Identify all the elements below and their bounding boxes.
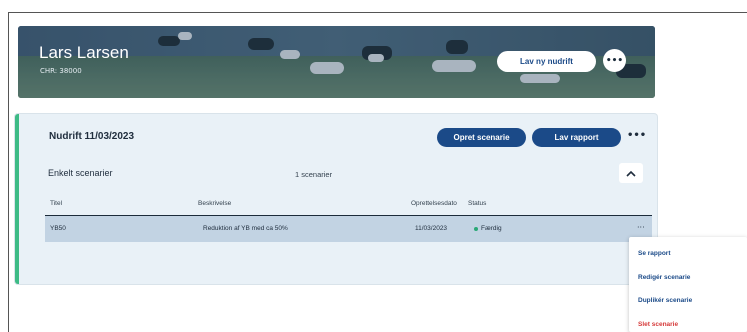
nudrift-more-button[interactable]: •••: [627, 130, 646, 141]
scenario-section-title: Enkelt scenarier: [48, 168, 113, 178]
column-header-status[interactable]: Status: [468, 200, 486, 207]
ellipsis-icon: ···: [637, 223, 645, 232]
table-row[interactable]: YB50 Reduktion af YB med ca 50% 11/03/20…: [45, 216, 652, 242]
farm-header-banner: Lars Larsen CHR: 38000 Lav ny nudrift ••…: [18, 26, 655, 98]
chr-number: CHR: 38000: [40, 67, 82, 75]
status-label: Færdig: [481, 225, 502, 232]
scenario-count: 1 scenarier: [295, 170, 333, 179]
menu-item-edit-scenario[interactable]: Redigér scenarie: [638, 274, 690, 281]
nudrift-title: Nudrift 11/03/2023: [49, 131, 135, 142]
ellipsis-icon: •••: [627, 130, 647, 141]
farmer-name: Lars Larsen: [39, 43, 129, 62]
nudrift-card: Nudrift 11/03/2023 Opret scenarie Lav ra…: [15, 114, 657, 284]
row-more-button[interactable]: ···: [637, 223, 645, 232]
scenario-title-cell: YB50: [50, 225, 66, 232]
status-dot-icon: [474, 226, 478, 231]
new-nudrift-button[interactable]: Lav ny nudrift: [497, 51, 596, 72]
scenario-status-cell: Færdig: [474, 225, 502, 232]
column-header-date[interactable]: Oprettelsesdato: [411, 200, 457, 207]
scenario-description-cell: Reduktion af YB med ca 50%: [203, 225, 288, 232]
column-header-title[interactable]: Titel: [50, 200, 62, 207]
scenario-context-menu: Se rapport Redigér scenarie Duplikér sce…: [629, 237, 747, 332]
menu-item-view-report[interactable]: Se rapport: [638, 250, 671, 257]
menu-item-delete-scenario[interactable]: Slet scenarie: [638, 321, 678, 328]
make-report-button[interactable]: Lav rapport: [532, 128, 621, 147]
collapse-section-button[interactable]: [619, 163, 643, 183]
ellipsis-icon: •••: [605, 55, 624, 66]
column-header-description[interactable]: Beskrivelse: [198, 200, 231, 207]
scenario-date-cell: 11/03/2023: [415, 225, 448, 232]
header-more-button[interactable]: •••: [603, 49, 626, 72]
menu-item-duplicate-scenario[interactable]: Duplikér scenarie: [638, 297, 692, 304]
create-scenario-button[interactable]: Opret scenarie: [437, 128, 526, 147]
chevron-up-icon: [626, 170, 636, 177]
